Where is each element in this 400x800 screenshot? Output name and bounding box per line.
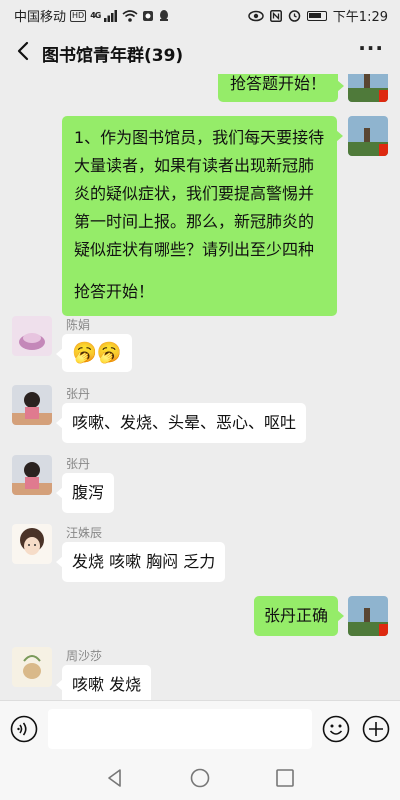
my-avatar[interactable] [348, 596, 388, 636]
notification-icon [143, 10, 154, 21]
message-line: 大量读者，如果有读者出现新冠肺 [74, 156, 315, 175]
network-type-label: 4G [90, 11, 101, 20]
chat-header: 图书馆青年群(39) ··· [0, 30, 400, 74]
status-time: 下午1:29 [332, 10, 388, 25]
hd-badge: HD [70, 9, 87, 22]
nav-home-icon[interactable] [189, 767, 211, 789]
message-text: 腹泻 [72, 483, 105, 502]
emoji-icon[interactable] [322, 715, 350, 743]
message-line: 1、作为图书馆员，我们每天要接待 [74, 128, 325, 147]
system-nav-bar [0, 756, 400, 800]
sender-avatar[interactable] [12, 524, 52, 564]
status-bar: 中国移动 HD 4G 下午1:29 [0, 0, 400, 30]
message-text: 抢答题开始！ [229, 74, 326, 93]
eye-icon [248, 10, 264, 21]
battery-icon [306, 10, 327, 21]
wifi-icon [122, 9, 138, 22]
sender-name: 周沙莎 [66, 649, 103, 663]
message-list[interactable]: 抢答题开始！ 1、作为图书馆员，我们每天要接待 大量读者，如果有读者出现新冠肺 … [0, 74, 400, 700]
message-line: 炎的疑似症状，我们要提高警惕并 [74, 184, 315, 203]
input-bar [0, 700, 400, 756]
chat-title: 图书馆青年群(39) [42, 46, 184, 66]
sender-name: 汪姝辰 [66, 526, 103, 540]
message-line: 第一时间上报。那么，新冠肺炎的 [74, 212, 315, 231]
message-line [74, 264, 325, 278]
message-input[interactable] [48, 709, 312, 749]
voice-icon[interactable] [10, 715, 38, 743]
sender-avatar[interactable] [12, 316, 52, 356]
message-text: 🥱🥱 [72, 340, 122, 364]
sender-name: 张丹 [66, 387, 91, 401]
sender-name: 陈娟 [66, 318, 91, 332]
nfc-icon [269, 9, 282, 22]
message-text: 张丹正确 [263, 606, 328, 625]
message-line: 抢答开始！ [74, 282, 155, 301]
message-text: 咳嗽、发烧、头晕、恶心、呕吐 [72, 413, 297, 432]
alarm-icon [288, 10, 301, 22]
message-bubble[interactable]: 发烧 咳嗽 胸闷 乏力 [55, 542, 226, 582]
my-avatar[interactable] [348, 74, 388, 102]
message-bubble[interactable]: 张丹正确 [253, 596, 345, 636]
message-bubble[interactable]: 咳嗽、发烧、头晕、恶心、呕吐 [55, 403, 307, 443]
message-bubble[interactable]: 抢答题开始！ [217, 74, 345, 102]
sender-avatar[interactable] [12, 385, 52, 425]
nav-recent-icon[interactable] [274, 767, 296, 789]
message-bubble[interactable]: 腹泻 [55, 473, 115, 513]
message-bubble[interactable]: 咳嗽 发烧 [55, 665, 152, 700]
message-bubble[interactable]: 1、作为图书馆员，我们每天要接待 大量读者，如果有读者出现新冠肺 炎的疑似症状，… [62, 116, 343, 316]
sender-avatar[interactable] [12, 647, 52, 687]
plus-icon[interactable] [362, 715, 390, 743]
message-line: 疑似症状有哪些？请列出至少四种 [74, 240, 315, 259]
nav-back-icon[interactable] [104, 767, 126, 789]
qq-icon [160, 10, 169, 21]
back-arrow-icon[interactable] [12, 39, 36, 63]
sender-name: 张丹 [66, 457, 91, 471]
signal-icon [104, 9, 118, 22]
sender-avatar[interactable] [12, 455, 52, 495]
more-dots-icon[interactable]: ··· [358, 36, 384, 60]
my-avatar[interactable] [348, 116, 388, 156]
carrier-label: 中国移动 [14, 10, 67, 25]
message-text: 咳嗽 发烧 [72, 675, 142, 694]
message-bubble[interactable]: 🥱🥱 [56, 334, 132, 372]
message-text: 发烧 咳嗽 胸闷 乏力 [72, 552, 216, 571]
